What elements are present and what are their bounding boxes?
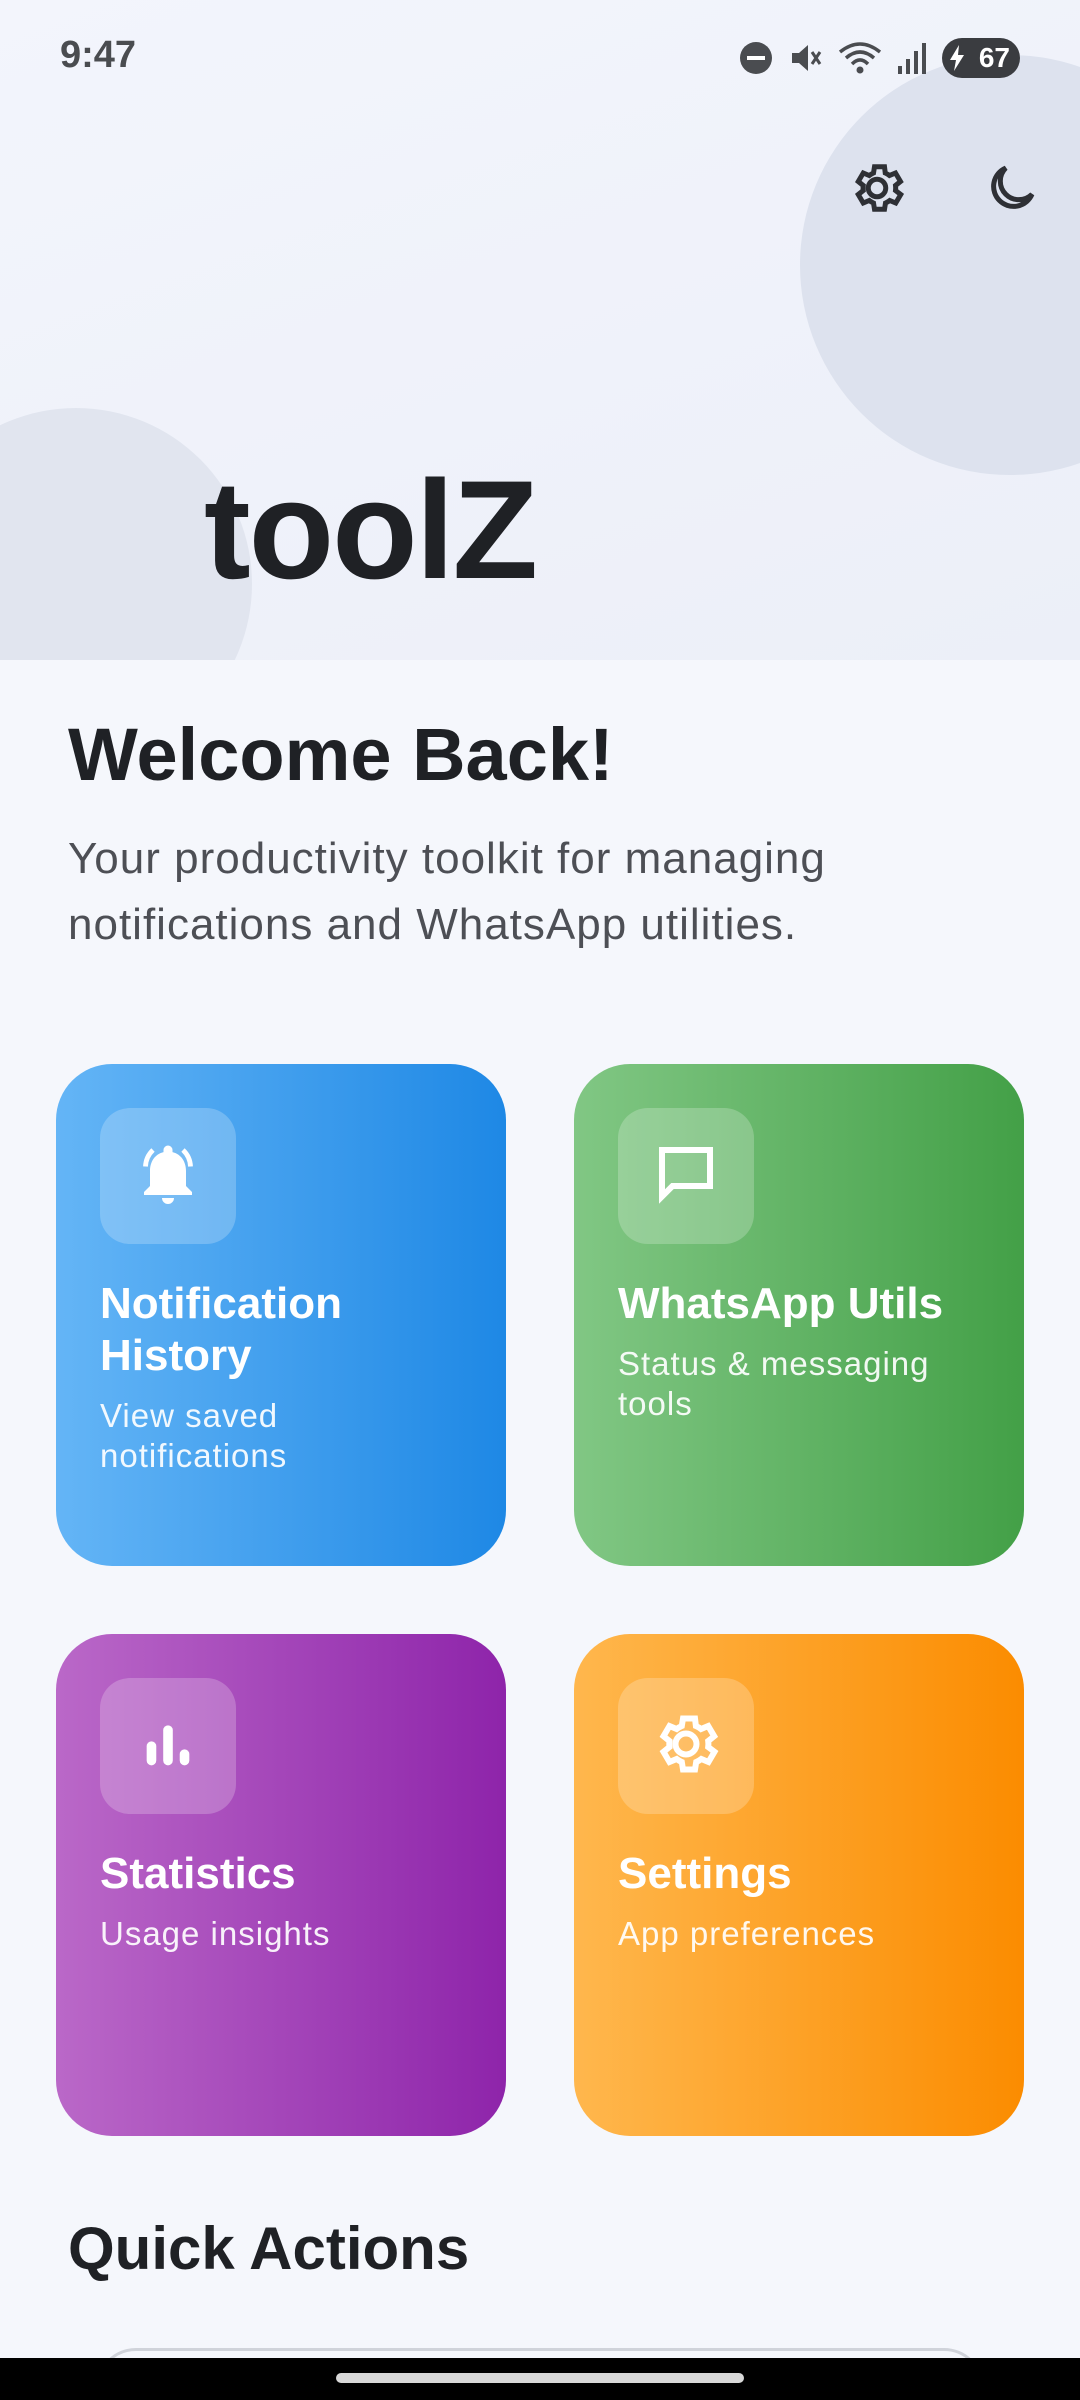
- card-title: Settings: [618, 1849, 792, 1898]
- battery-charging-icon: [948, 44, 966, 72]
- status-time: 9:47: [60, 34, 137, 76]
- gear-icon: [847, 158, 907, 223]
- dark-mode-toggle[interactable]: [972, 150, 1052, 230]
- moon-icon: [982, 158, 1042, 223]
- card-title: Statistics: [100, 1849, 296, 1898]
- wifi-icon: [838, 40, 882, 76]
- chat-bubble-icon: [650, 1138, 722, 1215]
- card-icon-container: [100, 1108, 236, 1244]
- mute-icon: [788, 40, 824, 76]
- welcome-subtitle: Your productivity toolkit for managing n…: [68, 834, 826, 949]
- bar-chart-icon: [136, 1712, 200, 1781]
- app-header: 9:47 67 toolZ: [0, 0, 1080, 660]
- welcome-title: Welcome Back!: [68, 713, 614, 796]
- card-title: Notification History: [100, 1279, 342, 1380]
- battery-level: 67: [978, 42, 1010, 73]
- app-title: toolZ: [204, 451, 538, 608]
- whatsapp-utils-card[interactable]: WhatsApp Utils Status & messaging tools: [574, 1064, 1024, 1566]
- gear-icon: [650, 1708, 722, 1785]
- statistics-card[interactable]: Statistics Usage insights: [56, 1634, 506, 2136]
- settings-button[interactable]: [837, 150, 917, 230]
- card-icon-container: [618, 1678, 754, 1814]
- quick-actions-title: Quick Actions: [68, 2215, 470, 2282]
- card-description: App preferences: [618, 1915, 876, 1952]
- card-title: WhatsApp Utils: [618, 1279, 944, 1328]
- battery-indicator: 67: [942, 38, 1020, 78]
- signal-icon: [896, 40, 928, 76]
- card-icon-container: [618, 1108, 754, 1244]
- card-description: Usage insights: [100, 1915, 331, 1952]
- notification-history-card[interactable]: Notification History View saved notifica…: [56, 1064, 506, 1566]
- decorative-circle: [800, 55, 1080, 475]
- card-description: Status & messaging tools: [618, 1345, 930, 1422]
- card-description: View saved notifications: [100, 1397, 288, 1474]
- home-gesture-handle[interactable]: [336, 2373, 744, 2383]
- status-icons: 67: [738, 36, 1020, 80]
- settings-card[interactable]: Settings App preferences: [574, 1634, 1024, 2136]
- status-bar: 9:47 67: [0, 0, 1080, 110]
- card-icon-container: [100, 1678, 236, 1814]
- do-not-disturb-icon: [738, 40, 774, 76]
- bell-icon: [132, 1138, 204, 1215]
